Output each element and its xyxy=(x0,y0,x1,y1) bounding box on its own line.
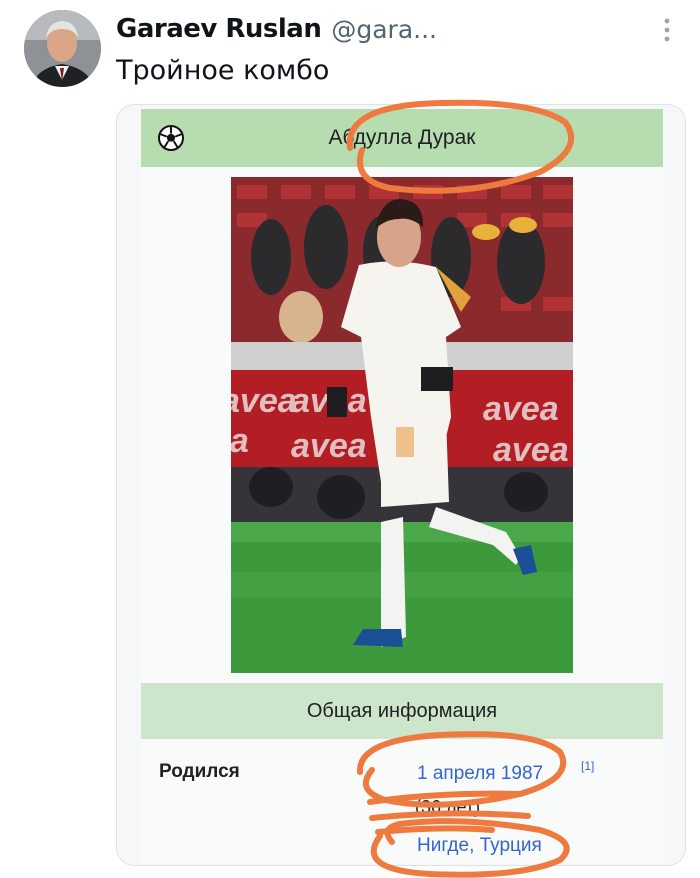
author-line: Garaev Ruslan @gara... xyxy=(116,12,437,46)
born-label: Родился xyxy=(159,761,240,782)
svg-text:avea: avea xyxy=(493,431,569,469)
birth-date-link[interactable]: 1 апреля 1987 xyxy=(417,763,543,785)
section-title: Общая информация xyxy=(306,699,498,722)
birth-reference-link[interactable]: [1] xyxy=(581,759,594,773)
svg-text:avea: avea xyxy=(483,390,559,428)
svg-text:avea: avea xyxy=(291,427,367,465)
tweet-text: Тройное комбо xyxy=(116,55,330,86)
soccer-ball-icon xyxy=(157,124,185,152)
tweet-media[interactable]: Абдулла Дурак vea avea a avea avea Общая… xyxy=(116,104,686,866)
vertical-dots-icon[interactable] xyxy=(656,16,678,46)
infobox-header: Абдулла Дурак xyxy=(141,109,663,167)
birth-place-link[interactable]: Нигде, Турция xyxy=(417,835,542,857)
birth-age: (36 лет) xyxy=(415,797,481,817)
svg-text:ea: ea xyxy=(231,422,249,460)
football-player-photo[interactable]: aveaaveaavea eaaveaavea xyxy=(231,177,573,673)
infobox-title: Абдулла Дурак xyxy=(328,126,476,149)
svg-text:avea: avea xyxy=(231,382,297,420)
infobox-body: aveaaveaavea eaaveaavea xyxy=(141,167,663,863)
section-header: Общая информация xyxy=(141,683,663,739)
author-avatar[interactable] xyxy=(24,10,101,87)
avatar-portrait xyxy=(24,10,101,87)
author-name[interactable]: Garaev Ruslan xyxy=(116,14,322,44)
author-handle[interactable]: @gara... xyxy=(331,15,437,44)
